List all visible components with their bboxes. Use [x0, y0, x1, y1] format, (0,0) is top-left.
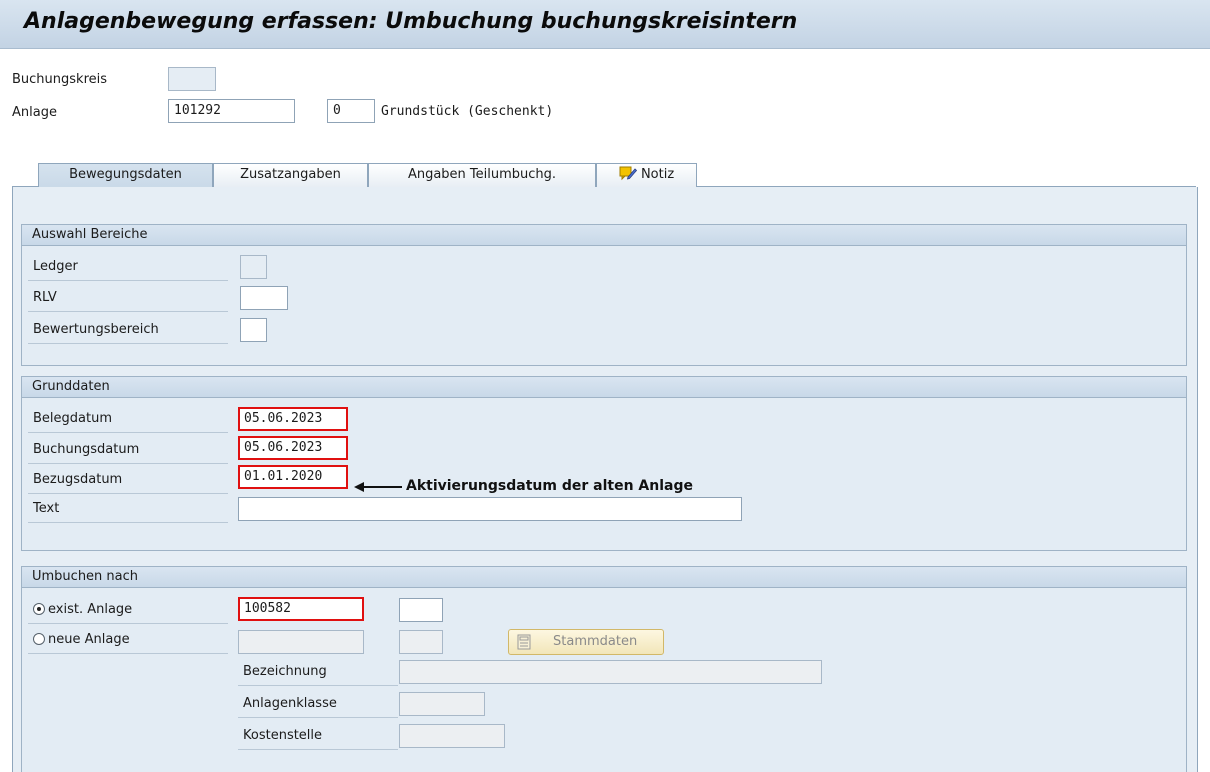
belegdatum-input[interactable]: 05.06.2023 [238, 407, 348, 431]
unternummer-input[interactable]: 0 [327, 99, 375, 123]
text-input[interactable] [238, 497, 742, 521]
bezugsdatum-input[interactable]: 01.01.2020 [238, 465, 348, 489]
kostenstelle-label: Kostenstelle [238, 722, 398, 750]
buchungskreis-field[interactable] [168, 67, 216, 91]
rlv-label: RLV [28, 284, 228, 312]
stammdaten-button[interactable]: Stammdaten [508, 629, 664, 655]
bewertungsbereich-input[interactable] [240, 318, 267, 342]
neue-anlage-label: neue Anlage [48, 632, 130, 647]
exist-anlage-sub-input[interactable] [399, 598, 443, 622]
exist-anlage-option[interactable]: exist. Anlage [28, 596, 228, 624]
neue-anlage-option[interactable]: neue Anlage [28, 626, 228, 654]
group-grunddaten-title: Grunddaten [22, 377, 1186, 398]
buchungsdatum-label: Buchungsdatum [28, 436, 228, 464]
bezugsdatum-label: Bezugsdatum [28, 466, 228, 494]
tab-bewegungsdaten-label: Bewegungsdaten [69, 167, 182, 182]
stammdaten-label: Stammdaten [553, 634, 638, 649]
tab-bewegungsdaten[interactable]: Bewegungsdaten [38, 163, 213, 188]
note-pencil-icon [619, 166, 637, 181]
tab-zusatzangaben[interactable]: Zusatzangaben [213, 163, 368, 187]
tab-notiz[interactable]: Notiz [596, 163, 697, 187]
group-auswahl-title: Auswahl Bereiche [22, 225, 1186, 246]
text-label: Text [28, 495, 228, 523]
bewertungsbereich-label: Bewertungsbereich [28, 316, 228, 344]
group-umbuchen-nach: Umbuchen nach exist. Anlage 100582 neue … [21, 566, 1187, 772]
title-bar: Anlagenbewegung erfassen: Umbuchung buch… [0, 0, 1210, 49]
anlage-input[interactable]: 101292 [168, 99, 295, 123]
buchungskreis-label: Buchungskreis [12, 72, 108, 87]
neue-anlage-input [238, 630, 364, 654]
bezeichnung-label: Bezeichnung [238, 658, 398, 686]
annotation-text: Aktivierungsdatum der alten Anlage [406, 478, 693, 494]
rlv-input[interactable] [240, 286, 288, 310]
ledger-field[interactable] [240, 255, 267, 279]
ledger-label: Ledger [28, 253, 228, 281]
exist-anlage-radio[interactable] [33, 603, 45, 615]
anlagenklasse-field [399, 692, 485, 716]
exist-anlage-label: exist. Anlage [48, 602, 133, 617]
neue-anlage-radio[interactable] [33, 633, 45, 645]
kostenstelle-field [399, 724, 505, 748]
neue-anlage-sub-input [399, 630, 443, 654]
group-grunddaten: Grunddaten Belegdatum 05.06.2023 Buchung… [21, 376, 1187, 551]
bezeichnung-field [399, 660, 822, 684]
tab-angaben-teilumbuchung[interactable]: Angaben Teilumbuchg. [368, 163, 596, 187]
tab-angaben-teilumbuchung-label: Angaben Teilumbuchg. [407, 167, 557, 182]
tab-zusatzangaben-label: Zusatzangaben [240, 167, 341, 182]
tab-notiz-label: Notiz [640, 167, 675, 182]
annotation-arrow-icon [354, 482, 402, 492]
buchungsdatum-input[interactable]: 05.06.2023 [238, 436, 348, 460]
form-document-icon [517, 634, 531, 650]
belegdatum-label: Belegdatum [28, 405, 228, 433]
exist-anlage-input[interactable]: 100582 [238, 597, 364, 621]
anlage-description: Grundstück (Geschenkt) [381, 104, 554, 119]
anlage-label: Anlage [12, 105, 57, 120]
anlagenklasse-label: Anlagenklasse [238, 690, 398, 718]
window-title: Anlagenbewegung erfassen: Umbuchung buch… [24, 9, 798, 34]
group-auswahl-bereiche: Auswahl Bereiche Ledger RLV Bewertungsbe… [21, 224, 1187, 366]
group-umbuchen-title: Umbuchen nach [22, 567, 1186, 588]
